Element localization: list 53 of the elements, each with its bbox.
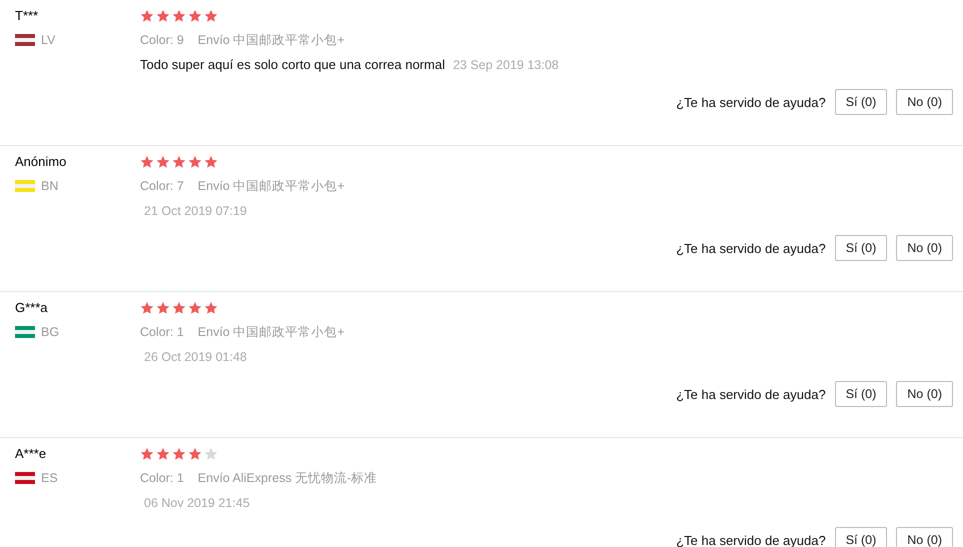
star-icon [140,301,154,315]
reviewer-name: G***a [15,300,49,316]
review-date: 06 Nov 2019 21:45 [144,495,250,511]
star-icon [172,9,186,23]
review-text: Todo super aquí es solo corto que una correa normal [140,57,445,73]
color-option: Color: 9 [140,32,184,48]
star-icon [156,301,170,315]
review-date: 21 Oct 2019 07:19 [144,203,247,219]
no-button[interactable]: No (0) [896,381,953,407]
no-button[interactable]: No (0) [896,89,953,115]
country-code: BN [41,179,58,193]
review-date: 23 Sep 2019 13:08 [452,57,559,73]
shipping-method: Envío 中国邮政平常小包+ [198,178,345,194]
yes-button[interactable]: Sí (0) [834,89,888,115]
shipping-method: Envío 中国邮政平常小包+ [198,32,345,48]
star-icon [172,447,186,461]
star-icon [204,9,218,23]
star-icon [188,155,202,169]
helpful-question: ¿Te ha servido de ayuda? [676,240,826,256]
shipping-method: Envío AliExpress 无忧物流-标准 [198,470,378,486]
yes-button[interactable]: Sí (0) [834,381,888,407]
country-code: BG [41,325,60,339]
color-option: Color: 1 [140,470,184,486]
yes-button[interactable]: Sí (0) [834,235,888,261]
shipping-method: Envío 中国邮政平常小包+ [198,324,345,340]
star-icon [204,301,218,315]
star-icon [156,9,170,23]
star-icon [156,155,170,169]
star-icon [188,9,202,23]
star-icon [156,447,170,461]
no-button[interactable]: No (0) [896,527,953,547]
helpful-question: ¿Te ha servido de ayuda? [676,532,826,547]
yes-button[interactable]: Sí (0) [834,527,888,547]
reviewer-name: Anónimo [15,154,68,170]
star-icon [172,155,186,169]
helpful-question: ¿Te ha servido de ayuda? [676,386,826,402]
no-button[interactable]: No (0) [896,235,953,261]
star-icon [140,155,154,169]
country-code: LV [41,33,56,47]
color-option: Color: 1 [140,324,184,340]
star-icon [188,447,202,461]
reviewer-name: A***e [15,446,48,462]
star-icon [204,155,218,169]
reviewer-name: T*** [15,8,40,24]
country-code: ES [41,471,58,485]
color-option: Color: 7 [140,178,184,194]
review-date: 26 Oct 2019 01:48 [144,349,247,365]
star-icon [140,9,154,23]
star-icon [140,447,154,461]
star-icon [172,301,186,315]
helpful-question: ¿Te ha servido de ayuda? [676,94,826,110]
star-icon [204,447,218,461]
star-icon [188,301,202,315]
